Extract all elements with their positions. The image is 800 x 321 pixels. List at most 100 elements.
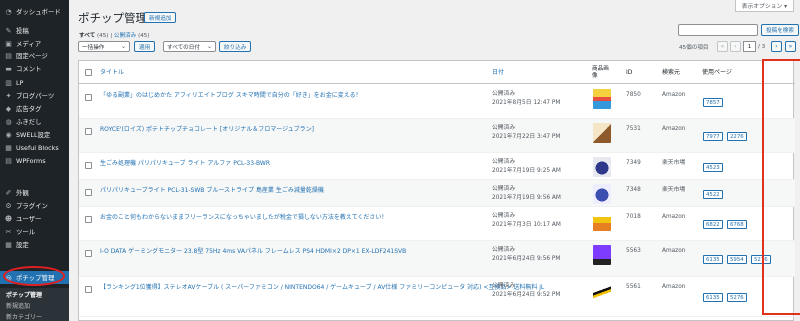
submenu-item-add-new[interactable]: 新規追加 (0, 300, 69, 311)
sidebar-item-pochipp[interactable]: ◎ ポチップ管理 (0, 271, 69, 284)
last-page-button[interactable]: » (785, 41, 796, 52)
item-status: 公開済み (492, 125, 516, 131)
item-id: 5561 (626, 284, 641, 290)
used-page-link[interactable]: 7857 (703, 98, 723, 107)
item-date: 2021年6月24日 9:56 PM (492, 256, 561, 262)
sidebar-item-blocks[interactable]: ▦ Useful Blocks (0, 141, 69, 154)
column-title[interactable]: タイトル (100, 61, 124, 84)
forms-icon: ▤ (5, 156, 12, 165)
item-title-link[interactable]: お金のこと何もわからないままフリーランスになっちゃいましたが税金で損しない方法を… (100, 213, 387, 222)
search-posts-button[interactable]: 投稿を検索 (761, 24, 799, 36)
search-input[interactable] (678, 24, 758, 36)
blog-parts-icon: ✦ (5, 91, 12, 100)
item-shop: Amazon (662, 248, 686, 254)
table-row: お金のこと何もわからないままフリーランスになっちゃいましたが税金で損しない方法を… (79, 207, 795, 241)
sidebar-item-label: メディア (16, 40, 42, 48)
sidebar-item-balloon[interactable]: ◍ ふきだし (0, 115, 69, 128)
sidebar-item-label: ポチップ管理 (16, 274, 55, 282)
page-icon: ▤ (5, 51, 12, 60)
item-date: 2021年6月24日 9:52 PM (492, 292, 561, 298)
blocks-icon: ▦ (5, 143, 12, 152)
row-checkbox[interactable] (85, 286, 92, 293)
used-page-link[interactable]: 6135 (703, 255, 723, 264)
bulk-action-select[interactable]: 一括操作 ⌄ (78, 41, 130, 52)
item-title-link[interactable]: 【ランキング1位獲得】ステレオAVケーブル ( スーパーファミコン / NINT… (100, 283, 544, 292)
item-status: 公開済み (492, 186, 516, 192)
item-id: 7349 (626, 160, 641, 166)
item-title-link[interactable]: ROYCE'(ロイズ) ポテトチップチョコレート [オリジナル＆フロマージュブラ… (100, 125, 314, 134)
user-icon: ☻ (4, 214, 13, 223)
view-all[interactable]: すべて (79, 33, 95, 39)
used-page-link[interactable]: 6822 (703, 220, 723, 229)
sidebar-item-label: ブログパーツ (16, 92, 55, 100)
ad-tag-icon: ◆ (5, 104, 12, 113)
sidebar-item-appearance[interactable]: ✐ 外観 (0, 186, 69, 199)
filter-button[interactable]: 絞り込み (219, 41, 252, 52)
sidebar-item-blog-parts[interactable]: ✦ ブログパーツ (0, 89, 69, 102)
submenu-item-pochipp[interactable]: ポチップ管理 (0, 289, 69, 300)
used-page-link[interactable]: 2276 (727, 132, 747, 141)
column-image: 商品画像 (592, 65, 609, 79)
row-checkbox[interactable] (85, 216, 92, 223)
item-date: 2021年7月3日 10:17 AM (492, 222, 561, 228)
sidebar-item-dashboard[interactable]: ◔ ダッシュボード (0, 5, 69, 18)
used-page-link[interactable]: 6768 (727, 220, 747, 229)
used-page-link[interactable]: 5954 (727, 255, 747, 264)
item-title-link[interactable]: パリパリキューブライト PCL-31-SWB ブルーストライプ 島産業 生ごみ減… (100, 186, 324, 195)
sidebar-item-settings[interactable]: ▦ 設定 (0, 238, 69, 251)
row-checkbox[interactable] (85, 128, 92, 135)
used-page-link[interactable]: 5276 (727, 293, 747, 302)
item-title-link[interactable]: 生ごみ処理機 パリパリキューブ ライト アルファ PCL-33-BWR (100, 159, 270, 168)
main-content: 表示オプション ▾ ポチップ管理 新規追加 投稿を検索 すべて (45) | 公… (69, 0, 800, 321)
apply-button[interactable]: 適用 (134, 41, 156, 52)
item-title-link[interactable]: 「ゆる副業」のはじめかた アフィリエイトブログ スキマ時間で自分の「好き」をお金… (100, 91, 362, 100)
item-title-link[interactable]: I-O DATA ゲーミングモニター 23.8型 75Hz 4ms VAパネル … (100, 247, 406, 256)
row-checkbox[interactable] (85, 250, 92, 257)
sidebar-item-label: WPForms (16, 156, 46, 165)
sidebar-item-label: ダッシュボード (16, 8, 61, 16)
next-page-button[interactable]: › (771, 41, 782, 52)
lp-icon: ▥ (5, 78, 12, 87)
view-published[interactable]: 公開済み (114, 33, 136, 39)
item-date: 2021年7月22日 3:47 PM (492, 134, 561, 140)
item-id: 7018 (626, 214, 641, 220)
date-filter-select[interactable]: すべての日付 ⌄ (163, 41, 216, 52)
row-checkbox[interactable] (85, 94, 92, 101)
sidebar-item-lp[interactable]: ▥ LP (0, 76, 69, 89)
table-row: 【ランキング1位獲得】ステレオAVケーブル ( スーパーファミコン / NINT… (79, 277, 795, 317)
used-page-link[interactable]: 4523 (703, 163, 723, 172)
item-id: 7531 (626, 126, 641, 132)
select-all-checkbox[interactable] (85, 69, 92, 76)
sidebar-item-user[interactable]: ☻ ユーザー (0, 212, 69, 225)
item-date: 2021年7月19日 9:56 AM (492, 195, 561, 201)
row-checkbox[interactable] (85, 162, 92, 169)
submenu-item-category[interactable]: 新カテゴリー (0, 311, 69, 321)
sidebar-item-comment[interactable]: ▬ コメント (0, 62, 69, 75)
dashboard-icon: ◔ (5, 7, 12, 16)
item-status: 公開済み (492, 247, 516, 253)
item-status: 公開済み (492, 91, 516, 97)
screen-options-button[interactable]: 表示オプション ▾ (734, 0, 794, 12)
used-page-link[interactable]: 7977 (703, 132, 723, 141)
sidebar-item-page[interactable]: ▤ 固定ページ (0, 49, 69, 62)
sidebar-item-pin[interactable]: ✎ 投稿 (0, 24, 69, 37)
item-date: 2021年7月19日 9:25 AM (492, 168, 561, 174)
sidebar-item-forms[interactable]: ▤ WPForms (0, 154, 69, 167)
sidebar-item-label: 外観 (16, 189, 29, 197)
sidebar-item-tool[interactable]: ✂ ツール (0, 225, 69, 238)
current-page-input[interactable]: 1 (743, 41, 756, 52)
sidebar-item-swell[interactable]: ◉ SWELL設定 (0, 128, 69, 141)
plugin-icon: ⚙ (5, 201, 12, 210)
column-id: ID (626, 68, 633, 76)
used-page-link[interactable]: 6135 (703, 293, 723, 302)
row-checkbox[interactable] (85, 189, 92, 196)
used-page-link[interactable]: 5276 (751, 255, 771, 264)
sidebar-item-plugin[interactable]: ⚙ プラグイン (0, 199, 69, 212)
add-new-button[interactable]: 新規追加 (144, 12, 177, 23)
table-row: パリパリキューブライト PCL-31-SWB ブルーストライプ 島産業 生ごみ減… (79, 180, 795, 207)
sidebar-item-ad-tag[interactable]: ◆ 広告タグ (0, 102, 69, 115)
used-page-link[interactable]: 4522 (703, 190, 723, 199)
column-date[interactable]: 日付 (492, 61, 504, 84)
first-page-button: « (717, 41, 728, 52)
sidebar-item-label: ユーザー (16, 215, 42, 223)
